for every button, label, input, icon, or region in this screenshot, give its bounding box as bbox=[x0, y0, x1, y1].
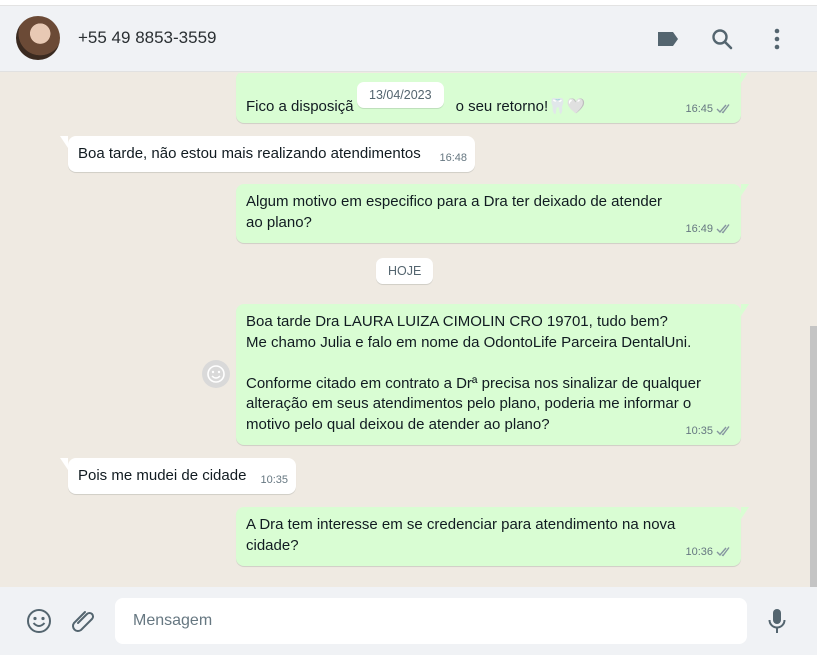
date-separator: 13/04/2023 bbox=[357, 82, 444, 108]
message-meta: 10:35 bbox=[685, 421, 733, 442]
contact-name[interactable]: +55 49 8853-3559 bbox=[78, 28, 217, 48]
message-time: 16:49 bbox=[685, 222, 713, 235]
contact-avatar[interactable] bbox=[16, 16, 60, 60]
message-meta: 10:35 bbox=[260, 470, 288, 491]
chat-scrollbar[interactable] bbox=[810, 326, 817, 587]
message-bubble-incoming[interactable]: Pois me mudei de cidade 10:35 bbox=[60, 458, 296, 494]
message-time: 10:35 bbox=[260, 473, 288, 486]
emoji-icon[interactable] bbox=[25, 607, 53, 635]
label-icon[interactable] bbox=[655, 26, 681, 52]
menu-icon[interactable] bbox=[764, 26, 790, 52]
chat-area[interactable]: Fico a disposiçã o seu retorno!🦷🤍 16:45 1… bbox=[0, 73, 817, 587]
search-icon[interactable] bbox=[709, 26, 735, 52]
read-ticks-icon bbox=[716, 547, 730, 557]
message-text-after: o seu retorno!🦷🤍 bbox=[455, 98, 586, 115]
date-separator: HOJE bbox=[376, 258, 434, 284]
microphone-icon[interactable] bbox=[763, 607, 791, 635]
message-text: Fico a disposiçã o seu retorno!🦷🤍 bbox=[246, 79, 731, 118]
message-text-before: Fico a disposiçã bbox=[246, 98, 354, 115]
message-bubble-outgoing[interactable]: Fico a disposiçã o seu retorno!🦷🤍 16:45 bbox=[236, 73, 749, 123]
message-text: Boa tarde, não estou mais realizando ate… bbox=[78, 145, 421, 162]
message-bubble-incoming[interactable]: Boa tarde, não estou mais realizando ate… bbox=[60, 136, 475, 172]
message-meta: 16:48 bbox=[439, 148, 467, 169]
message-meta: 16:45 bbox=[685, 99, 733, 120]
message-bubble-outgoing[interactable]: A Dra tem interesse em se credenciar par… bbox=[236, 507, 749, 566]
message-meta: 16:49 bbox=[685, 219, 733, 240]
message-bubble-outgoing[interactable]: Algum motivo em especifico para a Dra te… bbox=[236, 184, 749, 243]
read-ticks-icon bbox=[716, 104, 730, 114]
message-time: 16:45 bbox=[685, 102, 713, 115]
message-meta: 10:36 bbox=[685, 542, 733, 563]
message-text: Algum motivo em especifico para a Dra te… bbox=[246, 193, 667, 231]
message-text: Boa tarde Dra LAURA LUIZA CIMOLIN CRO 19… bbox=[246, 313, 701, 433]
message-time: 10:36 bbox=[685, 545, 713, 558]
message-bubble-outgoing[interactable]: Boa tarde Dra LAURA LUIZA CIMOLIN CRO 19… bbox=[236, 304, 749, 445]
message-text: Pois me mudei de cidade bbox=[78, 467, 247, 484]
composer-bar bbox=[0, 587, 817, 655]
read-ticks-icon bbox=[716, 426, 730, 436]
message-time: 16:48 bbox=[439, 151, 467, 164]
message-time: 10:35 bbox=[685, 424, 713, 437]
attach-icon[interactable] bbox=[70, 607, 98, 635]
message-text: A Dra tem interesse em se credenciar par… bbox=[246, 516, 680, 554]
chat-header: +55 49 8853-3559 bbox=[0, 6, 817, 72]
read-ticks-icon bbox=[716, 224, 730, 234]
message-input[interactable] bbox=[115, 598, 747, 644]
reaction-emoji-icon[interactable] bbox=[202, 360, 230, 388]
